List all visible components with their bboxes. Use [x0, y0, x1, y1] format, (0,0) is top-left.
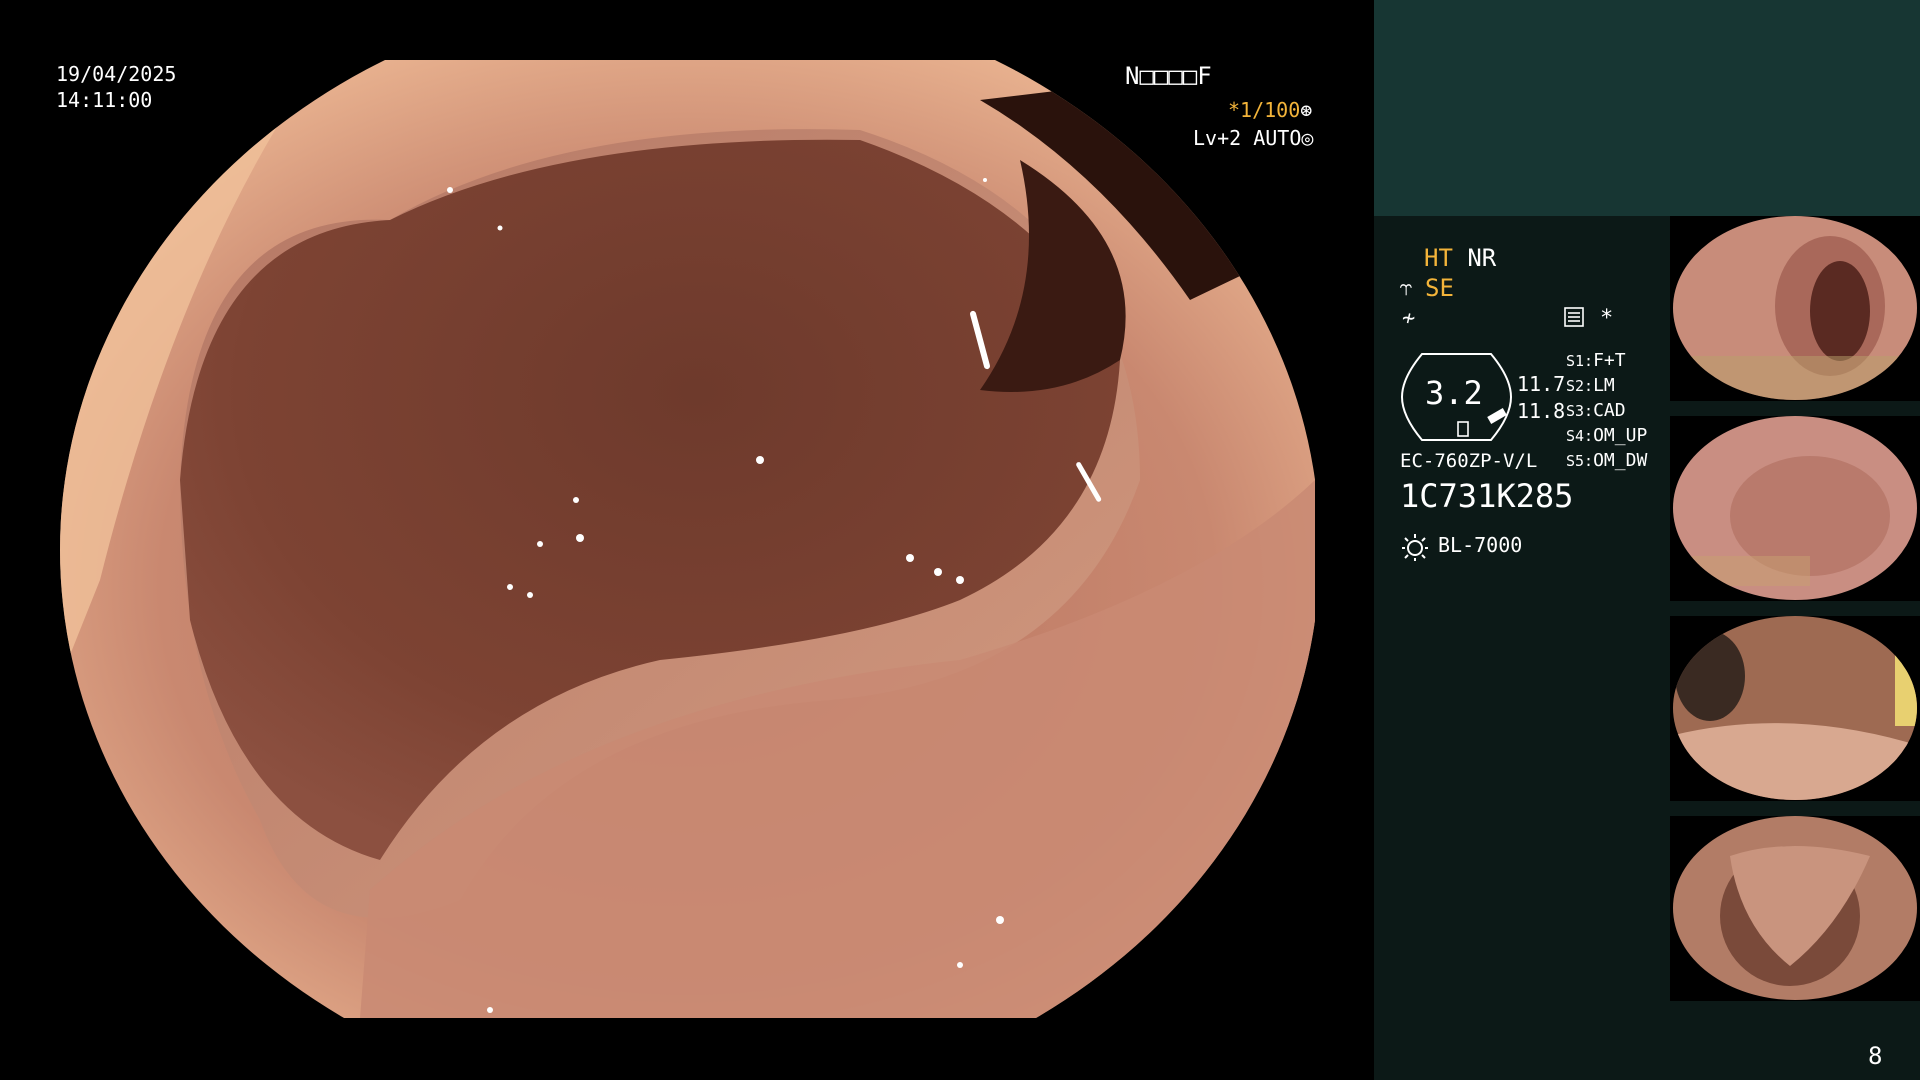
level-value: Lv+2 — [1193, 126, 1242, 150]
star-indicator: * — [1600, 306, 1614, 331]
shutter-speed: *1/100⊛ — [1228, 98, 1312, 122]
slot-2: S2:LM — [1566, 375, 1615, 396]
scope-model: EC-760ZP-V/L — [1400, 450, 1538, 472]
slot-key: S4: — [1566, 427, 1594, 445]
slot-key: S2: — [1566, 377, 1594, 395]
slot-label: OM_DW — [1593, 450, 1648, 471]
slot-key: S1: — [1566, 352, 1594, 370]
slot-3: S3:CAD — [1566, 400, 1626, 421]
slot-1: S1:F+T — [1566, 350, 1626, 371]
page-number: 8 — [1868, 1042, 1883, 1070]
thumbnail-4[interactable] — [1670, 816, 1920, 1001]
ht-label: HT — [1424, 244, 1453, 272]
thumbnail-1[interactable] — [1670, 216, 1920, 401]
exposure-level: Lv+2 AUTO◎ — [1193, 126, 1313, 150]
slot-key: S5: — [1566, 452, 1594, 470]
slot-4: S4:OM_UP — [1566, 425, 1647, 446]
thumbnail-3[interactable] — [1670, 616, 1920, 801]
exam-date: 19/04/2025 — [56, 62, 177, 86]
reading-2: 11.8 — [1517, 399, 1566, 423]
slot-key: S3: — [1566, 402, 1594, 420]
reading-1: 11.7 — [1517, 372, 1566, 396]
slot-label: OM_UP — [1593, 425, 1648, 446]
thumbnail-2[interactable] — [1670, 416, 1920, 601]
patient-id: N□□□□F — [1125, 62, 1212, 90]
slot-label: F+T — [1593, 350, 1626, 371]
shutter-speed-value: *1/100 — [1228, 98, 1301, 122]
slot-label: LM — [1593, 375, 1615, 396]
light-source-icon — [1402, 534, 1428, 561]
endoscopy-main-image — [60, 60, 1315, 1018]
slot-label: CAD — [1593, 400, 1626, 421]
ht-nr-row: HT NR — [1424, 244, 1496, 272]
exam-time: 14:11:00 — [56, 88, 153, 112]
wave-icon: ≁ — [1402, 306, 1416, 331]
probe-icon: ⥾ — [1400, 276, 1413, 301]
side-panel-header — [1374, 0, 1920, 216]
se-label: SE — [1425, 274, 1454, 302]
slot-5: S5:OM_DW — [1566, 450, 1647, 471]
auto-label: AUTO — [1253, 126, 1302, 150]
aperture-icon: ⊛ — [1300, 98, 1313, 122]
target-icon: ◎ — [1301, 126, 1314, 150]
light-source-model: BL-7000 — [1438, 533, 1523, 557]
hex-value: 3.2 — [1425, 374, 1483, 412]
scope-serial: 1C731K285 — [1400, 477, 1574, 515]
menu-icon — [1564, 307, 1584, 327]
nr-label: NR — [1467, 244, 1497, 272]
